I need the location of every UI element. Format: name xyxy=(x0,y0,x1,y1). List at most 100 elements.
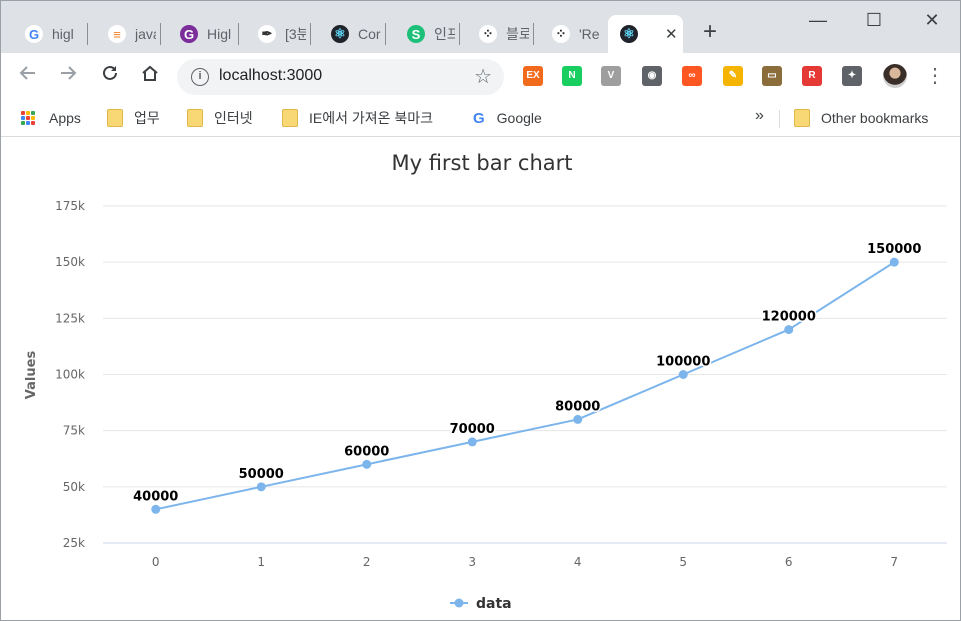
y-tick-label: 125k xyxy=(55,311,85,325)
puzzle-extension-icon[interactable]: ✦ xyxy=(842,66,862,86)
tab-5[interactable]: S 인프 xyxy=(395,15,455,53)
apps-grid-icon xyxy=(21,111,35,125)
redux-extension-icon[interactable]: R xyxy=(802,66,822,86)
bookmark-label: Other bookmarks xyxy=(821,110,929,126)
bookmark-google[interactable]: G Google xyxy=(473,108,542,128)
bookmark-star-icon[interactable]: ☆ xyxy=(474,64,492,89)
forward-arrow-icon xyxy=(61,66,77,80)
minimize-button[interactable]: — xyxy=(803,7,833,33)
data-label: 50000 xyxy=(239,467,284,482)
tab-1[interactable]: ≡ java xyxy=(96,15,156,53)
data-label: 80000 xyxy=(555,399,600,414)
legend-point-marker xyxy=(454,598,464,608)
bookmark-label: 인터넷 xyxy=(214,110,253,126)
address-bar[interactable]: i localhost:3000 ☆ xyxy=(177,59,504,95)
y-tick-label: 25k xyxy=(63,536,85,550)
x-tick-label: 7 xyxy=(890,555,898,569)
tab-separator xyxy=(533,23,534,45)
tab-2[interactable]: G Higl xyxy=(168,15,234,53)
data-point[interactable] xyxy=(678,370,688,379)
close-tab-icon[interactable]: ✕ xyxy=(665,25,678,43)
screen-extension-icon[interactable]: ▭ xyxy=(762,66,782,86)
tab-separator xyxy=(459,23,460,45)
ex-extension-icon[interactable]: EX xyxy=(523,66,543,86)
tab-6[interactable]: ⁘ 블로 xyxy=(467,15,529,53)
tab-separator xyxy=(87,23,88,45)
data-point[interactable] xyxy=(362,459,372,469)
tab-8[interactable]: ⚛ ✕ xyxy=(608,15,683,53)
menu-icon[interactable]: ⋮ xyxy=(925,64,945,88)
data-point[interactable] xyxy=(573,414,583,424)
x-tick-label: 1 xyxy=(257,555,265,569)
home-button[interactable] xyxy=(137,63,163,89)
tab-title: higl xyxy=(52,26,74,42)
x-tick-label: 4 xyxy=(574,555,582,569)
tab-7[interactable]: ⁘ 'Rea xyxy=(540,15,600,53)
line-chart: My first bar chart Values 25k 50k 75k 100k 1… xyxy=(24,151,947,612)
x-tick-label: 2 xyxy=(363,555,371,569)
new-tab-button[interactable]: + xyxy=(697,20,723,46)
bookmark-folder-ie[interactable]: IE에서 가져온 북마크 xyxy=(282,108,433,128)
whatfont-extension-icon[interactable]: ✎ xyxy=(723,66,743,86)
profile-avatar[interactable] xyxy=(883,64,907,88)
reload-button[interactable] xyxy=(97,63,123,89)
vue-devtools-icon[interactable]: V xyxy=(601,66,621,86)
x-tick-label: 5 xyxy=(679,555,687,569)
back-arrow-icon xyxy=(19,66,35,80)
data-label: 150000 xyxy=(867,242,921,257)
x-tick-label: 3 xyxy=(468,555,476,569)
tab-3[interactable]: ✒ [3분 xyxy=(246,15,306,53)
infinity-extension-icon[interactable]: ∞ xyxy=(682,66,702,86)
tab-title: Higl xyxy=(207,26,232,42)
back-button[interactable] xyxy=(15,63,41,89)
site-info-icon[interactable]: i xyxy=(191,68,209,86)
tab-separator xyxy=(238,23,239,45)
folder-icon xyxy=(282,109,298,127)
tab-separator xyxy=(385,23,386,45)
folder-icon xyxy=(107,109,123,127)
forward-button[interactable] xyxy=(55,63,81,89)
browser-toolbar: i localhost:3000 ☆ EX N V ◉ ∞ ✎ ▭ R ✦ ⋮ xyxy=(1,53,960,101)
tab-strip: Ghigl≡javaGHigl✒[3분⚛CorS인프⁘블로⁘'Rea⚛✕ + —… xyxy=(1,1,960,53)
y-tick-label: 100k xyxy=(55,368,85,382)
bookmarks-divider xyxy=(779,110,780,128)
tab-title: Cor xyxy=(358,26,381,42)
home-icon xyxy=(142,65,158,81)
data-point[interactable] xyxy=(256,482,266,492)
react-icon: ⚛ xyxy=(331,25,349,43)
bookmark-label: Google xyxy=(496,110,542,126)
chart-container: My first bar chart Values 25k 50k 75k 100k 1… xyxy=(1,138,960,620)
naver-extension-icon[interactable]: N xyxy=(562,66,582,86)
tab-0[interactable]: Ghigl xyxy=(13,15,83,53)
tab-title: 인프 xyxy=(434,26,455,42)
data-point[interactable] xyxy=(151,504,161,514)
tab-separator xyxy=(160,23,161,45)
y-axis-label: Values xyxy=(24,351,39,400)
data-point[interactable] xyxy=(784,325,794,335)
react-icon: ⚛ xyxy=(620,25,638,43)
maximize-button[interactable]: ☐ xyxy=(859,7,889,33)
tab-title: 'Rea xyxy=(579,26,600,42)
data-point[interactable] xyxy=(467,437,477,447)
bookmark-other[interactable]: Other bookmarks xyxy=(794,108,928,128)
browser-window: Ghigl≡javaGHigl✒[3분⚛CorS인프⁘블로⁘'Rea⚛✕ + —… xyxy=(0,0,961,621)
y-tick-label: 150k xyxy=(55,255,85,269)
bookmark-label: Apps xyxy=(49,110,81,126)
data-point[interactable] xyxy=(889,257,899,267)
tab-4[interactable]: ⚛ Cor xyxy=(319,15,381,53)
x-tick-label: 6 xyxy=(785,555,793,569)
chart-title: My first bar chart xyxy=(391,151,572,175)
bookmark-folder-internet[interactable]: 인터넷 xyxy=(187,108,253,128)
data-label: 60000 xyxy=(344,444,389,459)
tab-title: java xyxy=(135,26,156,42)
bookmark-apps[interactable]: Apps xyxy=(21,108,81,128)
more-bookmarks-button[interactable]: » xyxy=(755,107,764,125)
keep-extension-icon[interactable]: ◉ xyxy=(642,66,662,86)
x-tick-label: 0 xyxy=(152,555,160,569)
close-window-button[interactable]: ✕ xyxy=(917,7,947,33)
url-text[interactable]: localhost:3000 xyxy=(219,67,322,85)
chart-legend[interactable]: data xyxy=(450,596,512,612)
bookmark-folder-work[interactable]: 업무 xyxy=(107,108,160,128)
data-label: 40000 xyxy=(133,489,178,504)
legend-label: data xyxy=(476,596,512,612)
